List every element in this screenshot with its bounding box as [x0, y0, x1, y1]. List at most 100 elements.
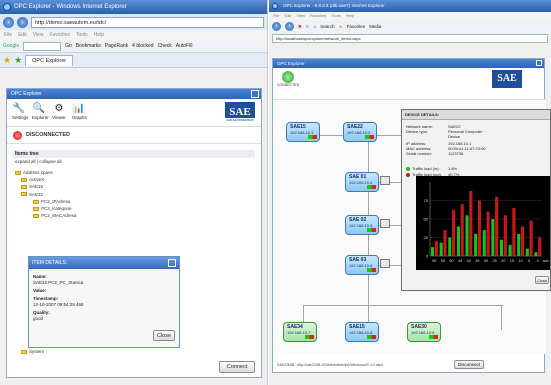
network-node[interactable]: SAE34 192.168.10.7: [283, 322, 317, 342]
sae-logo: SAE SAE AUTOMATION: [225, 102, 255, 122]
network-node[interactable]: SAE15 192.168.10.1: [286, 122, 320, 142]
menu-tools[interactable]: Tools: [331, 12, 340, 20]
tool-graphs[interactable]: 📊 Graphs: [72, 103, 87, 126]
favorites-star-icon[interactable]: ★: [3, 55, 11, 65]
left-app-header: OPC Explorer: [7, 89, 261, 99]
search-button[interactable]: Search: [320, 24, 334, 29]
favorites-star-icon[interactable]: ★: [339, 24, 343, 30]
tree-item[interactable]: PC2_Kategorie: [15, 205, 261, 212]
forward-icon[interactable]: ›: [285, 22, 294, 31]
menu-tools[interactable]: Tools: [76, 30, 88, 40]
traffic-led-icon: [367, 335, 376, 339]
menu-file[interactable]: File: [4, 30, 12, 40]
stop-icon[interactable]: ✖: [298, 24, 302, 30]
expand-all-link[interactable]: expand all: [15, 159, 36, 164]
sae-logo-text: SAE: [229, 106, 251, 118]
favorites-button[interactable]: Favorites: [347, 24, 366, 29]
items-tree: Address space ActiveX SAE15 SAE22 PC2_IP…: [15, 169, 261, 219]
traffic-in-bar: [491, 219, 495, 256]
network-node[interactable]: SAE30 192.168.10.9: [407, 322, 441, 342]
connection-status: DISCONNECTED: [7, 127, 261, 144]
traffic-out-bar: [434, 241, 438, 256]
traffic-in-bar: [465, 215, 469, 256]
menu-edit[interactable]: Edit: [284, 12, 291, 20]
network-node[interactable]: SAE15 192.168.10.8: [345, 322, 379, 342]
back-icon[interactable]: ‹: [3, 16, 14, 28]
menu-edit[interactable]: Edit: [18, 30, 27, 40]
x-tick-label: 40: [467, 259, 471, 263]
window-toggle-icon[interactable]: [251, 90, 259, 98]
x-axis-label: sec: [543, 259, 549, 263]
tree-item[interactable]: ActiveX: [15, 176, 261, 183]
chart-close-button[interactable]: Close: [535, 276, 549, 284]
connection-status: CONNECTED: [277, 71, 299, 87]
collapse-all-link[interactable]: collapse all: [39, 159, 61, 164]
x-tick-label: 60: [432, 259, 436, 263]
autofill-button[interactable]: AutoFill: [176, 43, 193, 49]
traffic-led-icon: [429, 335, 438, 339]
back-icon[interactable]: ‹: [272, 22, 281, 31]
sae-logo: SAE: [492, 70, 522, 88]
tree-item[interactable]: System: [15, 348, 44, 355]
google-search-input[interactable]: [23, 41, 62, 51]
traffic-in-bar: [482, 230, 486, 256]
traffic-out-bar: [469, 190, 473, 256]
x-tick-label: 25: [492, 259, 496, 263]
traffic-chart-svg: 025507560 55 50 45 40 35 30 25 20 15 10 5 0 sec: [424, 182, 549, 263]
right-menu-bar: File Edit View Favorites Tools Help: [269, 12, 551, 20]
network-node[interactable]: SAE 01 192.168.10.4: [345, 172, 390, 192]
tree-item[interactable]: SAE15: [15, 183, 261, 190]
add-favorite-icon[interactable]: ★: [14, 55, 22, 65]
network-node[interactable]: SAE22 192.168.10.2: [343, 122, 377, 142]
left-browser-window: OPC Explorer - Windows Internet Explorer…: [0, 0, 268, 385]
traffic-led-icon: [308, 135, 317, 139]
tool-settings[interactable]: 🔧 Settings: [12, 103, 28, 126]
menu-favorites[interactable]: Favorites: [49, 30, 70, 40]
window-toggle-icon[interactable]: [536, 60, 542, 66]
connect-button[interactable]: Connect: [219, 361, 255, 373]
tree-item[interactable]: SAE22: [15, 191, 261, 198]
tree-item-label: ActiveX: [29, 177, 45, 183]
quality-value: good: [33, 316, 44, 321]
left-address-field[interactable]: http://demo.saeautom.eu/tdc/: [31, 16, 264, 28]
network-node[interactable]: SAE 02 192.168.10.5: [345, 215, 390, 235]
tree-item-label: PC2_IPAdresa: [41, 198, 71, 204]
google-toolbar: Google Go Bookmarks PageRank 4 blocked C…: [0, 40, 267, 53]
menu-file[interactable]: File: [273, 12, 279, 20]
check-button[interactable]: Check: [158, 43, 172, 49]
menu-help[interactable]: Help: [94, 30, 104, 40]
refresh-icon[interactable]: ↻: [306, 24, 310, 30]
forward-icon[interactable]: ›: [17, 16, 28, 28]
go-button[interactable]: Go: [65, 43, 72, 49]
right-address-field[interactable]: http://localhost/opcexplorer/network_dem…: [272, 34, 548, 43]
disconnect-button[interactable]: Disconnect: [454, 360, 484, 369]
tree-item[interactable]: Address space: [15, 169, 261, 176]
bookmarks-button[interactable]: Bookmarks: [76, 43, 101, 49]
left-menu-bar: File Edit View Favorites Tools Help: [0, 30, 267, 40]
menu-favorites[interactable]: Favorites: [310, 12, 326, 20]
network-node[interactable]: SAE 03 192.168.10.6: [345, 255, 390, 275]
tree-item[interactable]: PC2_IPAdresa: [15, 198, 261, 205]
magnifier-icon: 🔍: [32, 103, 46, 114]
item-details-close-button[interactable]: Close: [153, 330, 175, 341]
wrench-icon: 🔧: [12, 103, 26, 114]
tree-bottom: System: [15, 348, 44, 355]
tab-opc-explorer[interactable]: OPC Explorer: [25, 54, 74, 66]
popup-blocked-button[interactable]: 4 blocked: [132, 43, 153, 49]
folder-icon: [33, 206, 39, 211]
folder-icon: [33, 199, 39, 204]
tree-item[interactable]: PC2_MACAdresa: [15, 212, 261, 219]
device-value: 1123738: [448, 151, 464, 156]
home-icon[interactable]: ⌂: [314, 24, 317, 29]
tool-viewer[interactable]: ⚙ Viewer: [52, 103, 66, 126]
media-button[interactable]: Media: [369, 24, 381, 29]
traffic-in-bar: [431, 247, 435, 256]
menu-help[interactable]: Help: [346, 12, 354, 20]
tool-explorer[interactable]: 🔍 Explorer: [32, 103, 49, 126]
x-tick-label: 0: [537, 259, 539, 263]
dialog-toggle-icon[interactable]: [168, 259, 176, 267]
device-key: Serial number:: [406, 151, 433, 156]
menu-view[interactable]: View: [33, 30, 44, 40]
switch-icon: [380, 176, 390, 185]
menu-view[interactable]: View: [296, 12, 305, 20]
